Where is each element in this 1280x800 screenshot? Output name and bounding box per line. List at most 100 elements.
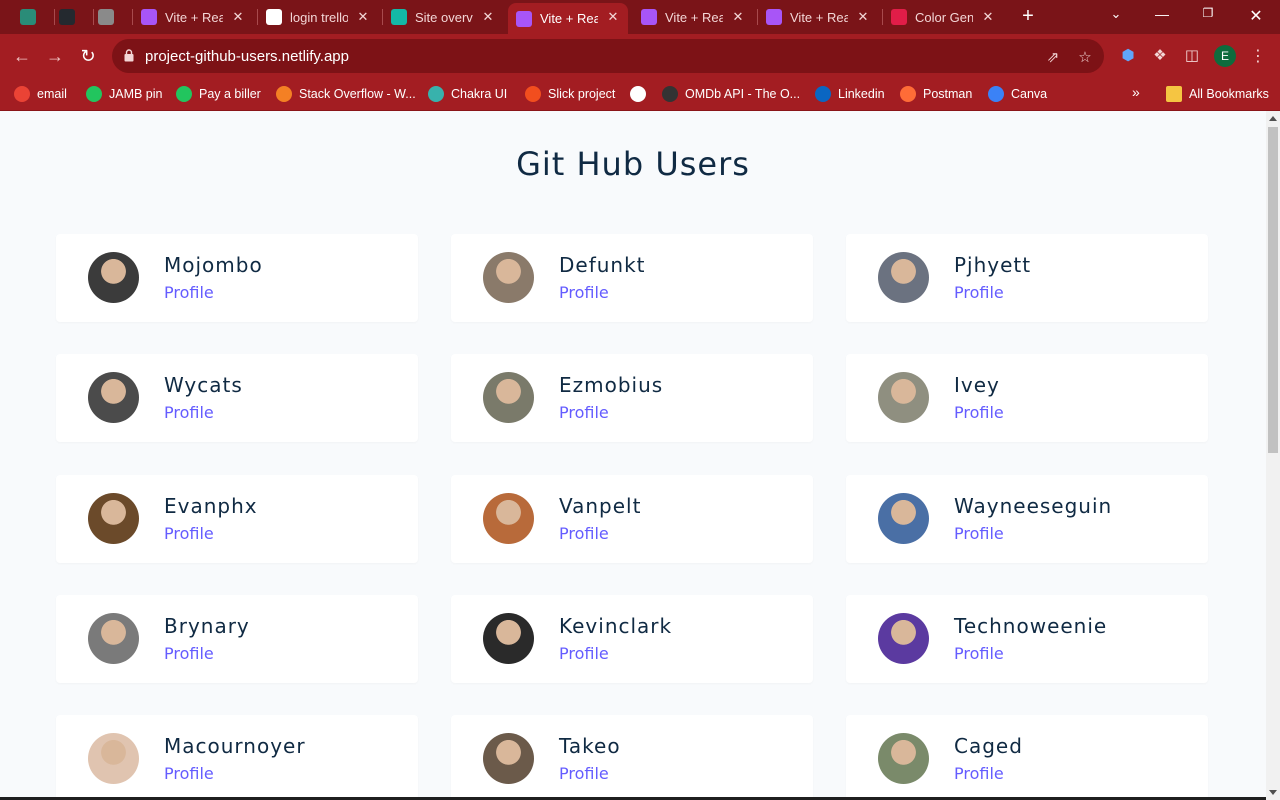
close-window-button[interactable]: ✕ — [1246, 6, 1266, 26]
tab-title: Site overvie — [415, 9, 473, 25]
profile-link[interactable]: Profile — [164, 403, 214, 422]
profile-link[interactable]: Profile — [954, 403, 1004, 422]
tab-title: Vite + Reac — [540, 11, 598, 26]
profile-link[interactable]: Profile — [559, 524, 609, 543]
tab-close-icon[interactable]: ✕ — [856, 9, 870, 25]
all-bookmarks-button[interactable]: All Bookmarks — [1166, 84, 1269, 104]
avatar — [483, 252, 534, 303]
profile-link[interactable]: Profile — [954, 644, 1004, 663]
browser-tab[interactable]: login trello ✕ — [258, 3, 378, 31]
profile-link[interactable]: Profile — [164, 524, 214, 543]
user-card: Caged Profile — [846, 715, 1208, 800]
browser-tab[interactable] — [20, 3, 50, 31]
vite-icon — [141, 9, 157, 25]
restore-button[interactable]: ❐ — [1198, 6, 1218, 20]
browser-tab[interactable]: Vite + Reac ✕ — [633, 3, 753, 31]
bookmark-item[interactable]: Chakra UI — [428, 84, 507, 104]
tab-close-icon[interactable]: ✕ — [231, 9, 245, 25]
avatar — [88, 613, 139, 664]
scroll-down-icon[interactable] — [1269, 790, 1277, 795]
back-arrow-icon[interactable]: ← — [12, 46, 32, 66]
tab-search-icon[interactable]: ⌄ — [1106, 6, 1126, 22]
browser-tab[interactable] — [59, 3, 89, 31]
bookmark-item[interactable]: OMDb API - The O... — [662, 84, 800, 104]
app-icon — [98, 9, 114, 25]
profile-link[interactable]: Profile — [954, 764, 1004, 783]
tab-title: login trello — [290, 9, 348, 25]
profile-avatar[interactable]: E — [1214, 45, 1236, 67]
extensions-puzzle-icon[interactable]: ❖ — [1150, 46, 1170, 66]
user-card: Technoweenie Profile — [846, 595, 1208, 683]
profile-link[interactable]: Profile — [559, 644, 609, 663]
gmail-icon — [14, 86, 30, 102]
profile-link[interactable]: Profile — [164, 764, 214, 783]
user-name: Takeo — [559, 734, 621, 758]
user-card: Mojombo Profile — [56, 234, 418, 322]
kebab-menu-icon[interactable]: ⋮ — [1248, 46, 1268, 66]
side-panel-icon[interactable]: ◫ — [1182, 46, 1202, 66]
bookmark-star-icon[interactable]: ☆ — [1076, 48, 1094, 66]
minimize-button[interactable]: — — [1152, 6, 1172, 22]
profile-link[interactable]: Profile — [559, 283, 609, 302]
tab-close-icon[interactable]: ✕ — [356, 9, 370, 25]
share-icon[interactable]: ⇗ — [1044, 48, 1062, 66]
browser-tab[interactable]: Color Gene ✕ — [883, 3, 1003, 31]
browser-tab[interactable] — [98, 3, 128, 31]
extension-shield-icon[interactable]: ⬢ — [1118, 46, 1138, 66]
browser-tab[interactable]: Site overvie ✕ — [383, 3, 503, 31]
scrollbar-thumb[interactable] — [1268, 127, 1278, 453]
bookmark-label: Pay a biller — [199, 87, 261, 101]
user-name: Mojombo — [164, 253, 263, 277]
profile-link[interactable]: Profile — [164, 283, 214, 302]
bookmark-item[interactable]: Linkedin — [815, 84, 885, 104]
user-name: Macournoyer — [164, 734, 306, 758]
user-name: Kevinclark — [559, 614, 673, 638]
bookmark-item[interactable]: JAMB pin — [86, 84, 163, 104]
bookmark-item[interactable]: Slick project — [525, 84, 615, 104]
tab-close-icon[interactable]: ✕ — [981, 9, 995, 25]
user-name: Caged — [954, 734, 1023, 758]
folder-icon — [1166, 86, 1182, 102]
forward-arrow-icon[interactable]: → — [45, 46, 65, 66]
browser-tab[interactable]: Vite + Reac ✕ — [133, 3, 253, 31]
bookmark-item[interactable]: Postman — [900, 84, 972, 104]
user-card: Vanpelt Profile — [451, 475, 813, 563]
tab-close-icon[interactable]: ✕ — [606, 9, 620, 25]
bookmark-item[interactable]: Stack Overflow - W... — [276, 84, 416, 104]
tab-title: Color Gene — [915, 9, 973, 25]
browser-toolbar: ← → ↻ project-github-users.netlify.app ⇗… — [0, 34, 1280, 78]
postman-icon — [900, 86, 916, 102]
user-name: Wycats — [164, 373, 243, 397]
profile-link[interactable]: Profile — [559, 764, 609, 783]
profile-link[interactable]: Profile — [164, 644, 214, 663]
bookmark-item[interactable] — [630, 84, 653, 104]
bookmark-label: Slick project — [548, 87, 616, 101]
color-wheel-icon — [891, 9, 907, 25]
chakra-icon — [428, 86, 444, 102]
address-bar[interactable]: project-github-users.netlify.app ⇗ ☆ — [112, 39, 1104, 73]
browser-tab[interactable]: Vite + Reac ✕ — [758, 3, 878, 31]
scrollbar[interactable] — [1266, 111, 1280, 800]
reload-icon[interactable]: ↻ — [78, 46, 98, 66]
profile-link[interactable]: Profile — [954, 283, 1004, 302]
google-icon — [266, 9, 282, 25]
bookmark-label: email — [37, 87, 67, 101]
bookmarks-overflow-button[interactable]: » — [1132, 84, 1140, 100]
avatar — [88, 733, 139, 784]
new-tab-button[interactable]: + — [1017, 5, 1039, 28]
user-card: Pjhyett Profile — [846, 234, 1208, 322]
avatar — [88, 493, 139, 544]
tab-close-icon[interactable]: ✕ — [731, 9, 745, 25]
profile-link[interactable]: Profile — [559, 403, 609, 422]
url-text[interactable]: project-github-users.netlify.app — [145, 48, 349, 65]
tab-close-icon[interactable]: ✕ — [481, 9, 495, 25]
bookmark-item[interactable]: Canva — [988, 84, 1047, 104]
profile-link[interactable]: Profile — [954, 524, 1004, 543]
bookmark-item[interactable]: Pay a biller — [176, 84, 261, 104]
user-name: Ezmobius — [559, 373, 664, 397]
bookmark-label: JAMB pin — [109, 87, 163, 101]
scroll-up-icon[interactable] — [1269, 116, 1277, 121]
browser-tab[interactable]: Vite + Reac ✕ — [508, 3, 628, 34]
user-card: Wayneeseguin Profile — [846, 475, 1208, 563]
bookmark-item[interactable]: email — [14, 84, 67, 104]
